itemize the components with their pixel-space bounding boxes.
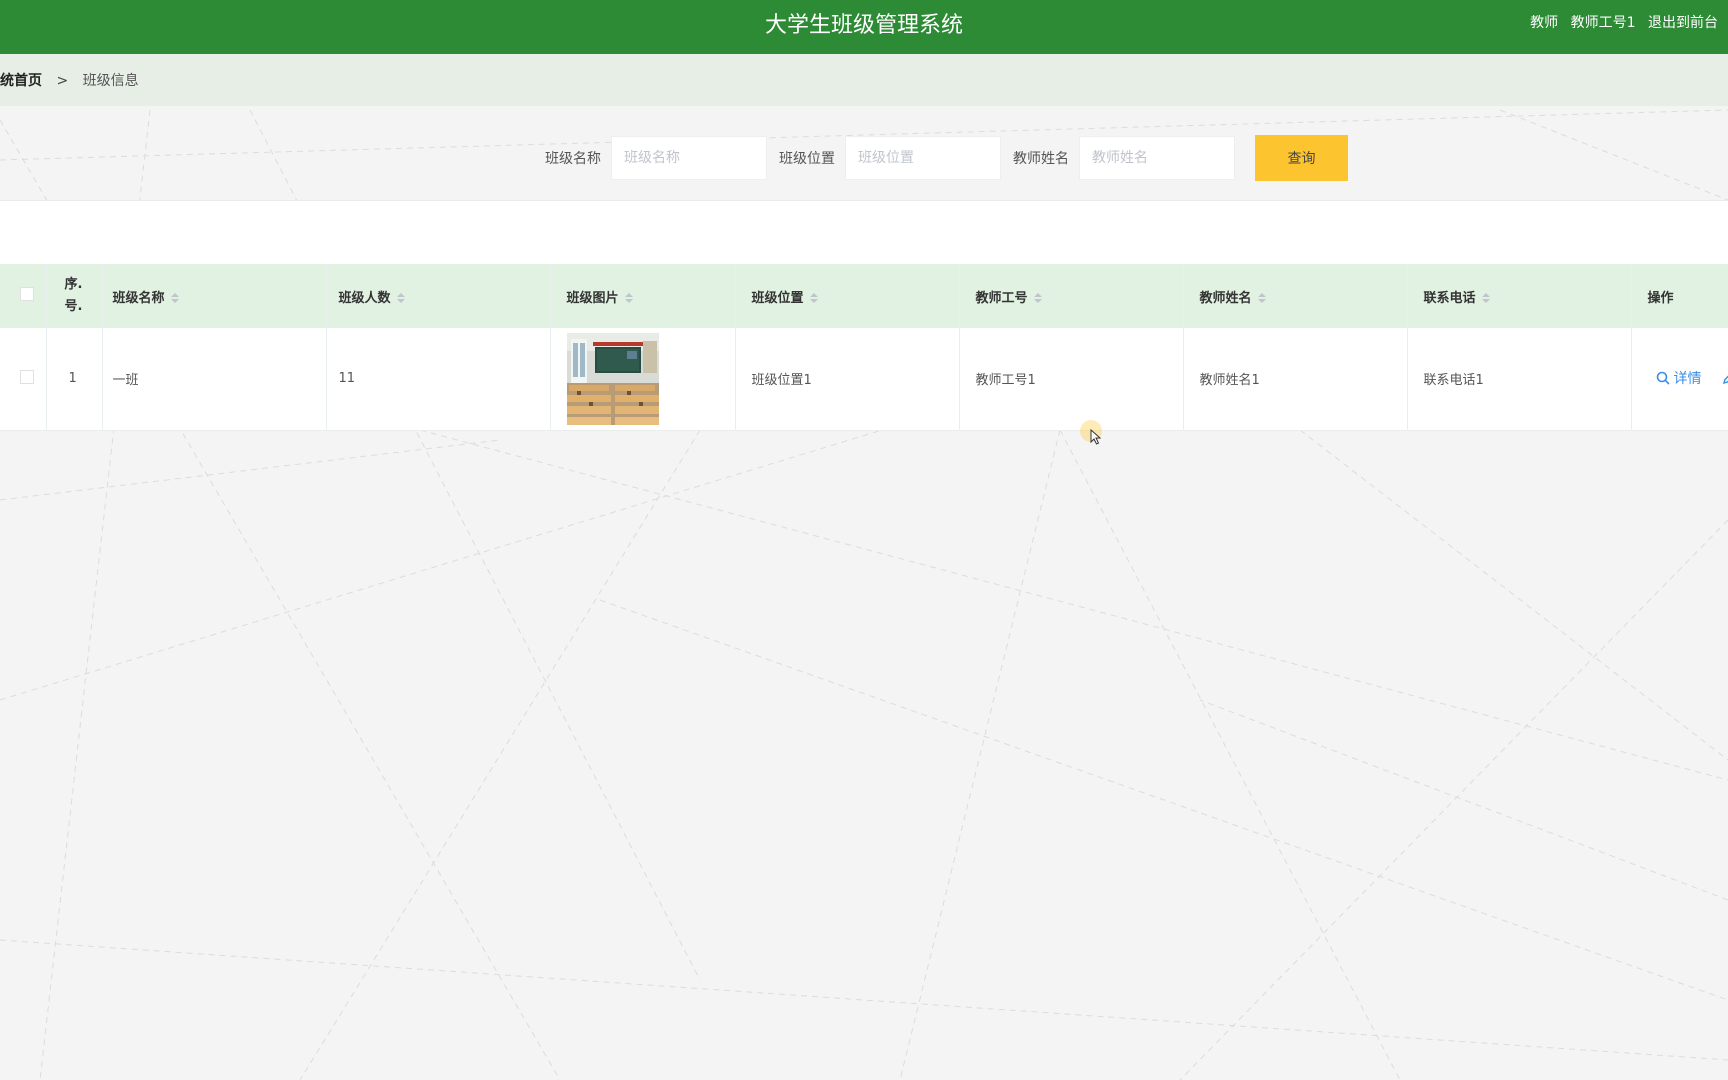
column-header-class-size[interactable]: 班级人数 xyxy=(326,264,551,328)
teacher-name-input[interactable] xyxy=(1079,136,1235,180)
sort-icon[interactable] xyxy=(170,293,179,303)
breadcrumb-current: 班级信息 xyxy=(82,73,139,89)
row-teacher-id: 教师工号1 xyxy=(959,328,1184,430)
search-icon xyxy=(1656,371,1670,385)
column-header-teacher-id[interactable]: 教师工号 xyxy=(959,264,1184,328)
class-table: 序. 号. 班级名称 班级人数 班级图片 班级位置 教师工号 教师姓名 联系电话… xyxy=(0,264,1728,431)
query-button[interactable]: 查询 xyxy=(1255,135,1348,181)
breadcrumb-separator: > xyxy=(56,73,69,89)
table-header-row: 序. 号. 班级名称 班级人数 班级图片 班级位置 教师工号 教师姓名 联系电话… xyxy=(0,264,1728,328)
select-all-checkbox[interactable] xyxy=(20,287,34,301)
row-class-name: 一班 xyxy=(102,328,327,430)
column-header-label: 班级位置 xyxy=(751,290,804,306)
row-teacher-name: 教师姓名1 xyxy=(1183,328,1408,430)
class-name-label: 班级名称 xyxy=(545,151,601,167)
sort-icon[interactable] xyxy=(396,293,405,303)
column-header-class-name[interactable]: 班级名称 xyxy=(102,264,327,328)
mouse-cursor-icon xyxy=(1090,429,1102,445)
column-header-label: 班级名称 xyxy=(112,290,165,306)
top-header: 大学生班级管理系统 教师 教师工号1 退出到前台 xyxy=(0,0,1728,54)
column-header-teacher-name[interactable]: 教师姓名 xyxy=(1183,264,1408,328)
teacher-name-label: 教师姓名 xyxy=(1013,151,1069,167)
column-header-label: 班级图片 xyxy=(566,290,619,306)
system-title: 大学生班级管理系统 xyxy=(764,13,963,38)
row-phone: 联系电话1 xyxy=(1407,328,1632,430)
column-header-label: 教师工号 xyxy=(975,290,1028,306)
column-header-class-location[interactable]: 班级位置 xyxy=(735,264,960,328)
column-header-actions: 操作 xyxy=(1631,264,1728,328)
class-location-label: 班级位置 xyxy=(779,151,835,167)
detail-label: 详情 xyxy=(1673,371,1702,388)
edit-icon xyxy=(1722,375,1728,385)
sort-icon[interactable] xyxy=(624,293,633,303)
column-header-class-image[interactable]: 班级图片 xyxy=(550,264,736,328)
column-header-label: 教师姓名 xyxy=(1199,290,1252,306)
user-role: 教师 xyxy=(1530,15,1559,31)
class-name-input[interactable] xyxy=(611,136,767,180)
seq-header-line2: 号. xyxy=(64,299,83,314)
sort-icon[interactable] xyxy=(1033,293,1042,303)
row-class-location: 班级位置1 xyxy=(735,328,960,430)
row-select-cell xyxy=(0,328,47,430)
column-header-label: 操作 xyxy=(1647,290,1674,306)
row-class-image-cell xyxy=(550,328,736,430)
user-name: 教师工号1 xyxy=(1570,15,1636,31)
row-actions: 详情 xyxy=(1631,328,1728,430)
classroom-photo[interactable] xyxy=(566,332,659,425)
column-header-seq: 序. 号. xyxy=(46,264,103,328)
sort-icon[interactable] xyxy=(1257,293,1266,303)
row-checkbox[interactable] xyxy=(20,369,34,384)
logout-link[interactable]: 退出到前台 xyxy=(1648,15,1718,31)
breadcrumb-home[interactable]: 统首页 xyxy=(0,73,42,89)
seq-header-line1: 序. xyxy=(64,277,83,292)
row-seq: 1 xyxy=(46,328,103,430)
user-info: 教师 教师工号1 退出到前台 xyxy=(1522,0,1718,46)
sort-icon[interactable] xyxy=(1481,293,1490,303)
search-bar: 班级名称 班级位置 教师姓名 查询 xyxy=(545,135,1348,181)
column-header-phone[interactable]: 联系电话 xyxy=(1407,264,1632,328)
table-toolbar xyxy=(0,200,1728,265)
table-row: 1 一班 11 班级位置1 教师工号1 教师姓名1 联系电话1 详情 xyxy=(0,328,1728,430)
select-all-cell xyxy=(0,264,47,328)
class-location-input[interactable] xyxy=(845,136,1001,180)
row-class-size: 11 xyxy=(326,328,551,430)
breadcrumb: 统首页 > 班级信息 xyxy=(0,54,1728,106)
sort-icon[interactable] xyxy=(809,293,818,303)
column-header-label: 班级人数 xyxy=(338,290,391,306)
edit-button[interactable] xyxy=(1722,371,1728,389)
column-header-label: 联系电话 xyxy=(1423,290,1476,306)
detail-button[interactable]: 详情 xyxy=(1656,368,1702,388)
